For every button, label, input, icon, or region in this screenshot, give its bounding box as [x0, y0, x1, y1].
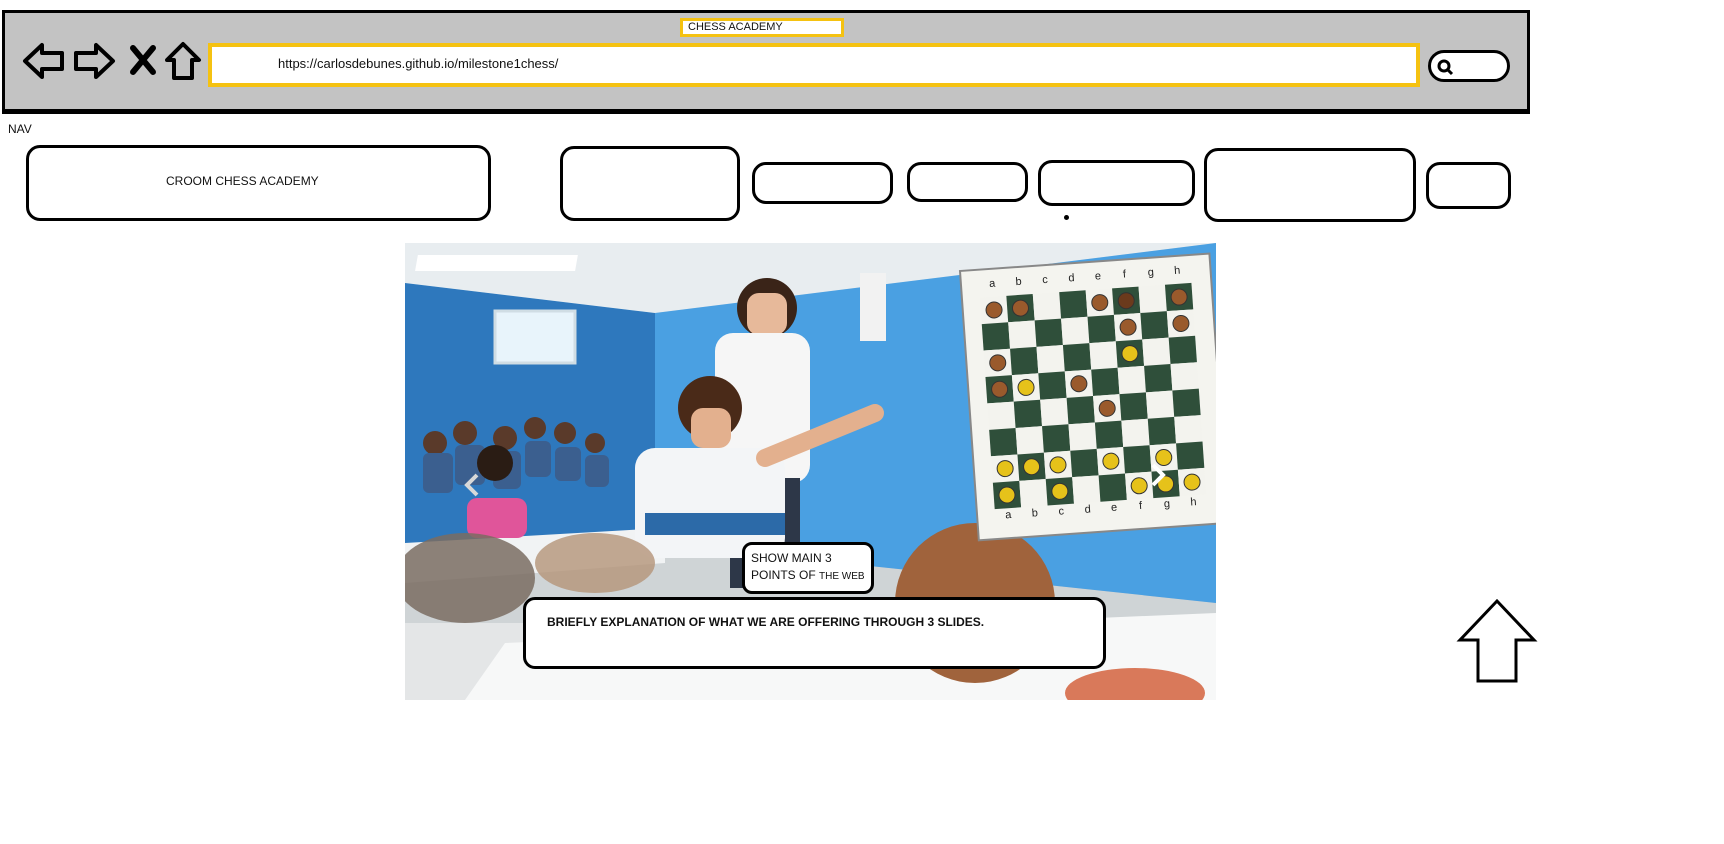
board-square [1098, 473, 1127, 502]
nav-dot [1064, 215, 1069, 220]
up-arrow-icon[interactable] [1456, 598, 1538, 684]
caption-title-line2: POINTS OF THE WEB [751, 567, 871, 585]
chess-piece [1119, 318, 1137, 336]
forward-arrow-icon[interactable] [72, 40, 116, 82]
board-square [1038, 371, 1067, 400]
chess-piece [1023, 458, 1041, 476]
chess-piece [1098, 399, 1116, 417]
board-square [1059, 290, 1088, 319]
home-icon[interactable] [164, 40, 202, 82]
chess-piece [1017, 378, 1035, 396]
board-square [1066, 396, 1095, 425]
board-file-label: e [1111, 502, 1118, 514]
chess-piece [985, 301, 1003, 319]
brand-text: CROOM CHESS ACADEMY [166, 174, 319, 188]
board-square [1062, 343, 1092, 372]
chess-piece [1170, 288, 1188, 306]
caption-title-line1: SHOW MAIN 3 [751, 551, 832, 565]
board-square [1068, 422, 1097, 451]
board-square [1072, 475, 1101, 504]
board-file-label: g [1147, 266, 1154, 278]
board-square [1145, 390, 1175, 419]
board-square [1144, 364, 1173, 393]
chess-piece [1121, 345, 1139, 363]
back-arrow-icon[interactable] [22, 40, 66, 82]
board-file-label: d [1084, 503, 1091, 515]
board-square [1010, 346, 1039, 376]
board-square [1176, 441, 1205, 470]
board-file-label: e [1094, 270, 1101, 282]
nav-item-6[interactable] [1426, 162, 1511, 209]
board-square [989, 428, 1018, 457]
board-square [1034, 318, 1063, 347]
board-square [1172, 388, 1201, 417]
chess-piece [1091, 294, 1109, 312]
browser-tab[interactable]: CHESS ACADEMY [680, 18, 844, 37]
board-square [1061, 316, 1090, 346]
board-square [1123, 445, 1152, 474]
board-square [1032, 292, 1062, 321]
carousel-caption-text: BRIEFLY EXPLANATION OF WHAT WE ARE OFFER… [523, 597, 1106, 669]
chess-piece [1130, 477, 1148, 495]
caption-title-small: THE WEB [819, 571, 865, 582]
chess-piece [989, 354, 1007, 372]
nav-item-2[interactable] [752, 162, 893, 204]
chess-piece [1011, 299, 1029, 317]
board-square [1142, 337, 1171, 366]
board-square [1121, 418, 1150, 448]
chess-piece [1172, 314, 1190, 332]
board-square [1008, 320, 1037, 349]
board-square [1040, 397, 1069, 427]
board-square [1089, 341, 1118, 370]
chess-piece [1155, 448, 1173, 466]
board-square [1140, 311, 1169, 340]
board-square [1117, 365, 1146, 395]
board-square [1168, 335, 1197, 365]
chess-piece [996, 460, 1014, 478]
board-file-label: b [1015, 276, 1022, 288]
nav-label: NAV [8, 122, 32, 136]
board-square [1019, 479, 1048, 508]
board-square [1094, 420, 1124, 449]
carousel-caption-title: SHOW MAIN 3 POINTS OF THE WEB [742, 542, 874, 594]
board-square [1138, 284, 1167, 314]
board-file-label: h [1174, 265, 1181, 277]
board-square [1170, 362, 1199, 391]
board-square [1119, 392, 1148, 421]
board-file-label: g [1164, 498, 1171, 510]
chess-piece [1051, 482, 1069, 500]
chess-piece [1070, 375, 1088, 393]
chess-piece [1183, 473, 1201, 491]
chess-piece [998, 486, 1016, 504]
board-square [987, 401, 1016, 430]
chess-piece [1102, 452, 1120, 470]
chess-piece [991, 380, 1009, 398]
chess-piece [1117, 292, 1135, 310]
board-file-label: h [1190, 496, 1197, 508]
board-square [1091, 367, 1120, 397]
nav-item-5[interactable] [1204, 148, 1416, 222]
caption-title-big: POINTS OF [751, 568, 820, 582]
board-square [1070, 448, 1099, 478]
board-file-label: d [1068, 272, 1075, 284]
nav-item-4[interactable] [1038, 160, 1195, 206]
nav-item-1[interactable] [560, 146, 740, 221]
search-icon [1437, 59, 1454, 76]
chess-piece [1049, 456, 1067, 474]
url-text[interactable]: https://carlosdebunes.github.io/mileston… [278, 56, 558, 71]
board-square [1013, 399, 1043, 429]
board-square [1147, 416, 1177, 446]
board-square [1036, 345, 1065, 374]
board-square [1042, 424, 1071, 453]
search-box[interactable] [1428, 50, 1510, 82]
nav-item-3[interactable] [907, 162, 1028, 202]
board-square [1174, 415, 1203, 444]
close-icon[interactable] [128, 40, 158, 82]
board-file-label: b [1031, 507, 1038, 519]
board-square [1015, 426, 1044, 455]
board-square [1087, 314, 1116, 344]
board-square [981, 322, 1011, 351]
